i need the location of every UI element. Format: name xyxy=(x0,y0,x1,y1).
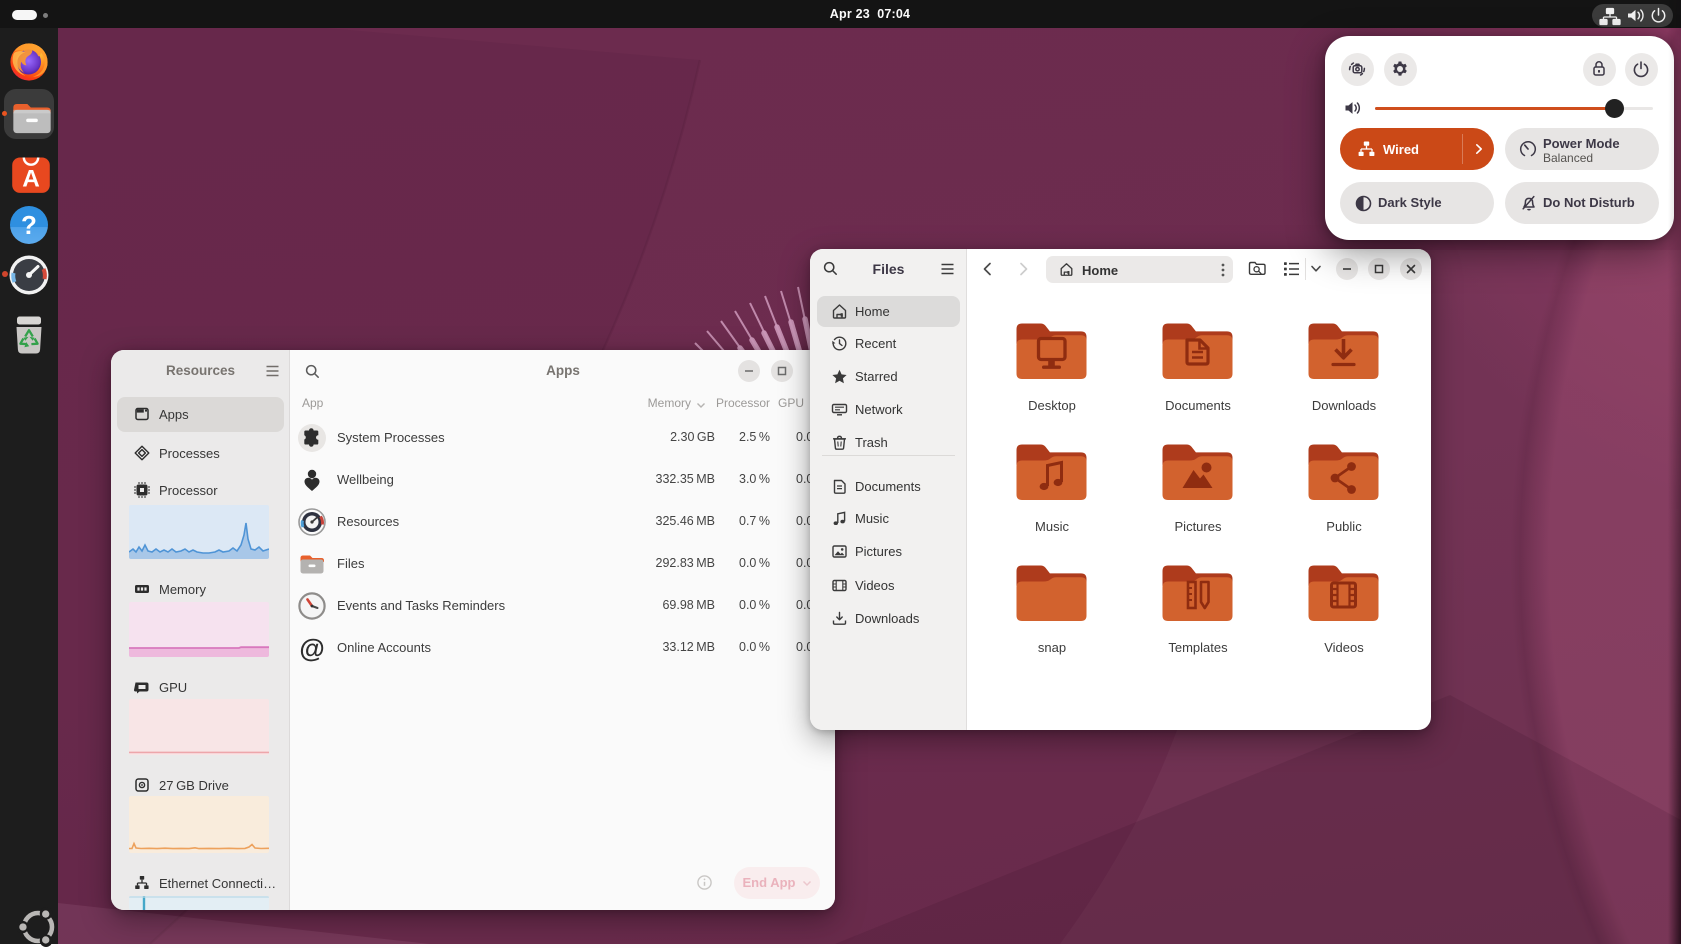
svg-text:@: @ xyxy=(299,634,324,662)
svg-text:?: ? xyxy=(21,210,37,240)
svg-text:A: A xyxy=(22,165,40,192)
